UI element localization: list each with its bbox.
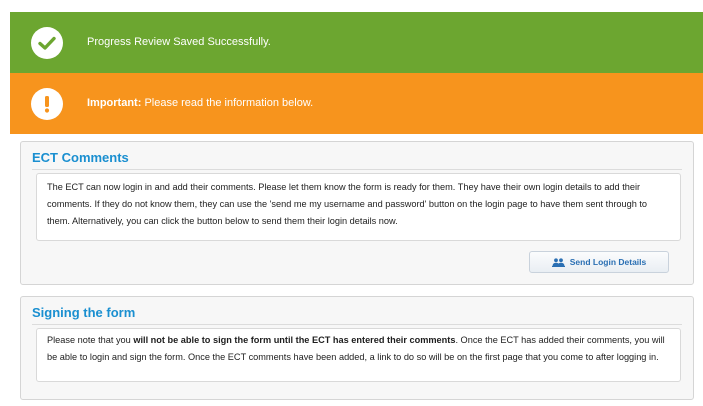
success-message: Progress Review Saved Successfully. bbox=[87, 35, 271, 48]
check-icon bbox=[31, 26, 63, 59]
users-icon bbox=[551, 257, 565, 267]
important-banner: Important: Please read the information b… bbox=[10, 73, 703, 134]
signing-text-start: Please note that you bbox=[47, 335, 134, 345]
signing-form-title: Signing the form bbox=[32, 305, 136, 320]
exclamation-icon bbox=[31, 87, 63, 120]
important-label: Important: bbox=[87, 96, 142, 109]
signing-form-panel: Signing the form Please note that you wi… bbox=[20, 296, 694, 400]
important-message: Important: Please read the information b… bbox=[87, 97, 313, 110]
important-text: Please read the information below. bbox=[141, 96, 314, 109]
ect-comments-panel: ECT Comments The ECT can now login in an… bbox=[20, 141, 694, 285]
signing-form-body: Please note that you will not be able to… bbox=[36, 328, 681, 382]
success-banner: Progress Review Saved Successfully. bbox=[10, 12, 703, 73]
ect-comments-body: The ECT can now login in and add their c… bbox=[36, 173, 681, 241]
signing-bold-notice: will not be able to sign the form until … bbox=[133, 335, 456, 345]
send-login-details-label: Send Login Details bbox=[569, 257, 647, 267]
send-login-details-button[interactable]: Send Login Details bbox=[529, 251, 669, 273]
divider bbox=[32, 324, 682, 325]
divider bbox=[32, 169, 682, 170]
ect-comments-title: ECT Comments bbox=[32, 150, 129, 165]
